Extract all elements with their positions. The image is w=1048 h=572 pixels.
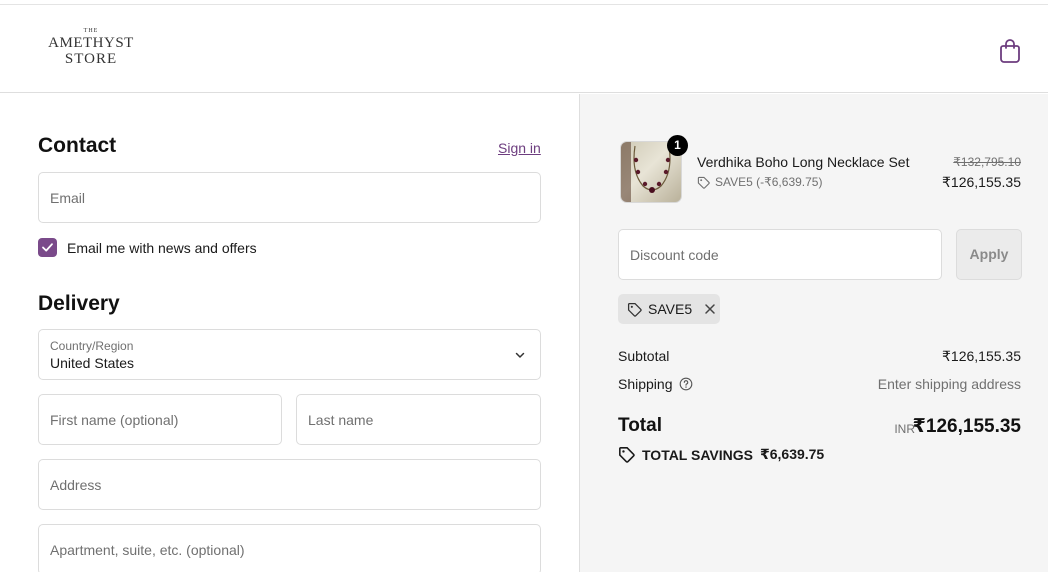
- delivery-title: Delivery: [38, 292, 120, 315]
- header: THE AMETHYST STORE: [0, 5, 1048, 93]
- newsletter-checkbox[interactable]: [38, 238, 57, 257]
- shipping-label: Shipping: [618, 376, 673, 392]
- logo-line2: STORE: [64, 51, 118, 67]
- product-discount-text: SAVE5 (-₹6,639.75): [715, 175, 823, 189]
- apartment-field[interactable]: Apartment, suite, etc. (optional): [38, 524, 541, 572]
- shopping-bag-icon[interactable]: [998, 38, 1022, 64]
- last-name-placeholder: Last name: [308, 411, 374, 428]
- total-savings: TOTAL SAVINGS ₹6,639.75: [618, 446, 824, 463]
- shipping-value: Enter shipping address: [877, 376, 1021, 392]
- applied-discount-tag: SAVE5: [618, 294, 720, 324]
- last-name-field[interactable]: Last name: [296, 394, 541, 445]
- country-select[interactable]: Country/Region United States: [38, 329, 541, 380]
- apartment-placeholder: Apartment, suite, etc. (optional): [50, 541, 245, 558]
- close-icon[interactable]: [704, 303, 716, 315]
- first-name-placeholder: First name (optional): [50, 411, 179, 428]
- subtotal-label: Subtotal: [618, 348, 670, 364]
- email-field[interactable]: Email: [38, 172, 541, 223]
- applied-code: SAVE5: [648, 301, 693, 317]
- subtotal-value: ₹126,155.35: [942, 348, 1021, 364]
- total-value: ₹126,155.35: [912, 416, 1021, 437]
- product-discount: SAVE5 (-₹6,639.75): [697, 175, 822, 189]
- email-placeholder: Email: [50, 189, 86, 206]
- sign-in-link[interactable]: Sign in: [498, 140, 541, 156]
- order-summary: 1 Verdhika Boho Long Necklace Set SAVE5 …: [580, 94, 1048, 572]
- apply-button[interactable]: Apply: [956, 229, 1022, 280]
- country-value: United States: [50, 355, 135, 371]
- product-price: ₹126,155.35: [942, 174, 1021, 190]
- newsletter-label: Email me with news and offers: [67, 240, 257, 256]
- check-icon: [42, 243, 53, 252]
- help-icon[interactable]: [679, 377, 693, 391]
- discount-code-field[interactable]: Discount code: [618, 229, 942, 280]
- original-price: ₹132,795.10: [953, 155, 1021, 169]
- product-name: Verdhika Boho Long Necklace Set: [697, 154, 910, 170]
- address-placeholder: Address: [50, 476, 102, 493]
- logo-the: THE: [83, 28, 99, 34]
- country-label: Country/Region: [50, 339, 134, 353]
- contact-title: Contact: [38, 134, 117, 157]
- chevron-down-icon: [515, 352, 525, 358]
- shipping-label-row: Shipping: [618, 376, 693, 392]
- tag-icon: [697, 176, 710, 189]
- total-label: Total: [618, 415, 662, 436]
- tag-icon: [619, 447, 635, 463]
- tag-icon: [627, 302, 642, 317]
- first-name-field[interactable]: First name (optional): [38, 394, 282, 445]
- savings-value: ₹6,639.75: [759, 446, 825, 462]
- logo-line1: AMETHYST: [48, 35, 134, 51]
- address-field[interactable]: Address: [38, 459, 541, 510]
- checkout-form: Contact Sign in Email Email me with news…: [0, 94, 579, 572]
- savings-label: TOTAL SAVINGS: [642, 446, 753, 463]
- quantity-badge: 1: [667, 135, 688, 156]
- store-logo[interactable]: THE AMETHYST STORE: [46, 27, 136, 67]
- discount-code-placeholder: Discount code: [630, 246, 719, 263]
